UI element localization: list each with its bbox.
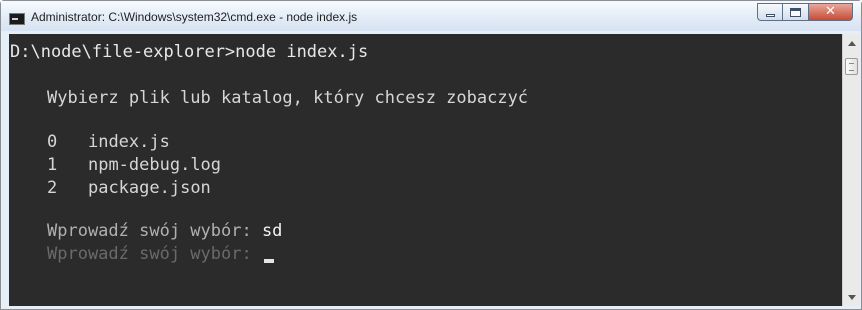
input-prompt-label: Wprowadź swój wybór: <box>47 221 262 241</box>
menu-option: 2 package.json <box>47 177 211 199</box>
menu-option: 0 index.js <box>47 131 170 153</box>
input-line-current[interactable]: Wprowadź swój wybór: <box>47 243 274 265</box>
option-index: 0 <box>47 132 58 152</box>
option-name: npm-debug.log <box>87 155 222 175</box>
maximize-icon <box>790 7 801 17</box>
minimize-icon <box>765 13 775 17</box>
scroll-up-arrow-icon[interactable] <box>848 41 856 46</box>
title-bar[interactable]: Administrator: C:\Windows\system32\cmd.e… <box>1 1 861 31</box>
option-index: 1 <box>47 155 58 175</box>
option-name: package.json <box>87 178 211 198</box>
menu-option: 1 npm-debug.log <box>47 154 221 176</box>
window-title: Administrator: C:\Windows\system32\cmd.e… <box>31 10 358 24</box>
scroll-down-arrow-icon[interactable] <box>848 295 856 300</box>
command-prompt-line: D:\node\file-explorer>node index.js <box>10 42 369 62</box>
maximize-button[interactable] <box>783 3 809 21</box>
vertical-scrollbar[interactable] <box>842 34 860 306</box>
close-button[interactable]: ✕ <box>809 3 853 21</box>
close-icon: ✕ <box>825 4 836 19</box>
cmd-window: Administrator: C:\Windows\system32\cmd.e… <box>0 0 862 310</box>
console-output[interactable]: D:\node\file-explorer>node index.js Wybi… <box>9 34 842 306</box>
input-line-previous: Wprowadź swój wybór: sd <box>47 220 282 242</box>
input-value: sd <box>261 221 283 241</box>
window-controls: ✕ <box>757 3 853 21</box>
menu-heading: Wybierz plik lub katalog, który chcesz z… <box>47 88 529 108</box>
cmd-icon[interactable] <box>9 13 25 25</box>
option-index: 2 <box>47 178 58 198</box>
input-prompt-label: Wprowadź swój wybór: <box>47 244 262 264</box>
option-name: index.js <box>87 132 170 152</box>
text-cursor <box>263 259 274 263</box>
minimize-button[interactable] <box>757 3 783 21</box>
scrollbar-thumb[interactable] <box>845 58 858 75</box>
